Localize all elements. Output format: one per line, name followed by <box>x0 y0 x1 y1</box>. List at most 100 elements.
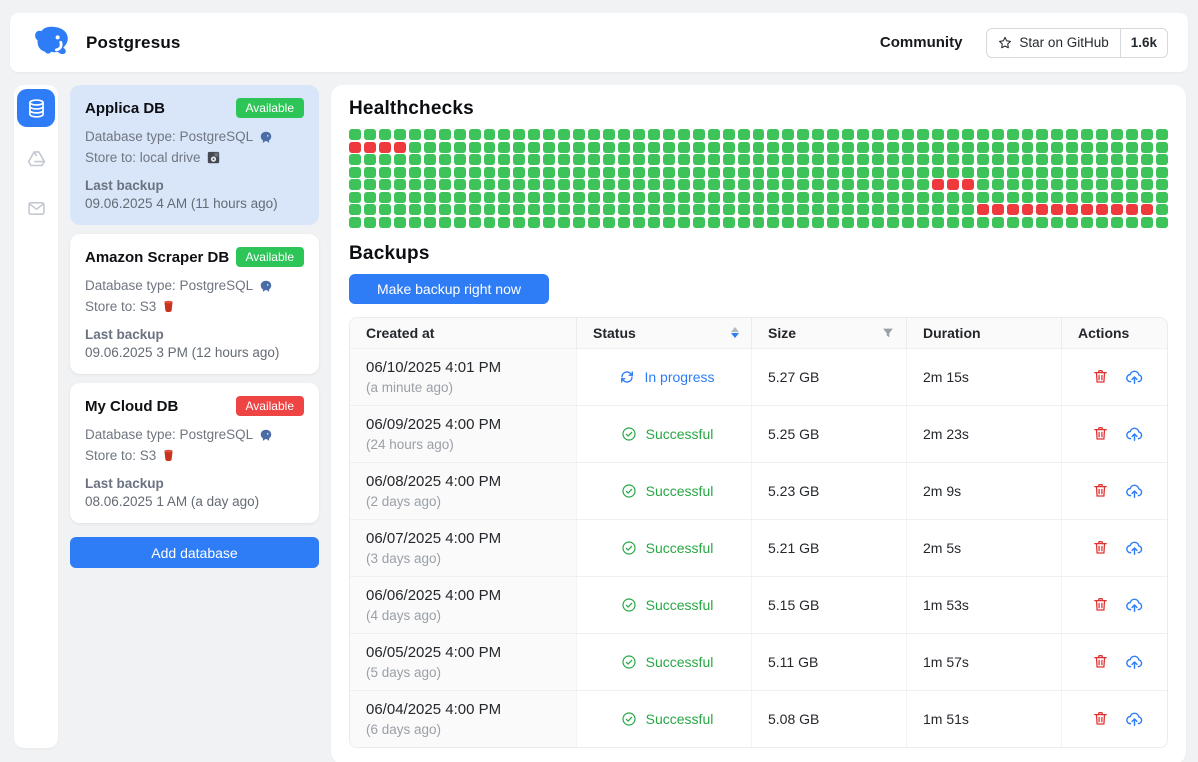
healthcheck-cell <box>424 217 436 228</box>
healthcheck-cell <box>797 192 809 203</box>
restore-backup-button[interactable] <box>1125 538 1144 557</box>
filter-funnel-icon[interactable] <box>882 327 894 339</box>
healthcheck-cell <box>484 179 496 190</box>
delete-backup-button[interactable] <box>1092 710 1109 727</box>
healthcheck-cell <box>573 192 585 203</box>
nav-storage-button[interactable] <box>17 139 55 177</box>
healthcheck-cell <box>394 192 406 203</box>
table-header-row: Created at Status Size Duration <box>350 318 1167 348</box>
healthcheck-cell <box>543 154 555 165</box>
size-cell: 5.27 GB <box>752 349 907 405</box>
healthcheck-cell <box>857 129 869 140</box>
healthcheck-cell <box>648 192 660 203</box>
github-star-widget[interactable]: Star on GitHub 1.6k <box>986 28 1168 58</box>
healthcheck-cell <box>439 154 451 165</box>
healthcheck-cell <box>349 179 361 190</box>
healthcheck-cell <box>812 154 824 165</box>
community-link[interactable]: Community <box>880 34 963 51</box>
delete-backup-button[interactable] <box>1092 368 1109 385</box>
healthcheck-cell <box>424 192 436 203</box>
healthcheck-cell <box>603 179 615 190</box>
healthcheck-cell <box>648 129 660 140</box>
healthcheck-cell <box>977 179 989 190</box>
healthcheck-cell <box>977 154 989 165</box>
healthcheck-cell <box>633 129 645 140</box>
healthcheck-cell <box>1051 217 1063 228</box>
delete-backup-button[interactable] <box>1092 482 1109 499</box>
status-text: Successful <box>646 483 714 499</box>
healthcheck-cell <box>663 179 675 190</box>
healthcheck-cell <box>1051 192 1063 203</box>
healthcheck-cell <box>753 192 765 203</box>
cloud-restore-icon <box>1125 709 1144 728</box>
trash-icon <box>1092 653 1109 670</box>
healthcheck-cell <box>424 204 436 215</box>
healthcheck-cell <box>782 217 794 228</box>
github-star-button[interactable]: Star on GitHub <box>987 29 1119 57</box>
healthcheck-cell <box>588 167 600 178</box>
restore-backup-button[interactable] <box>1125 595 1144 614</box>
healthcheck-cell <box>738 167 750 178</box>
healthcheck-cell <box>543 142 555 153</box>
created-at-relative: (2 days ago) <box>366 492 566 511</box>
healthcheck-cell <box>618 154 630 165</box>
restore-backup-button[interactable] <box>1125 709 1144 728</box>
healthcheck-cell <box>932 167 944 178</box>
healthcheck-cell <box>439 167 451 178</box>
healthcheck-cell <box>693 154 705 165</box>
created-at-cell: 06/07/2025 4:00 PM (3 days ago) <box>350 520 577 576</box>
make-backup-button[interactable]: Make backup right now <box>349 274 549 304</box>
healthcheck-cell <box>947 142 959 153</box>
add-database-button[interactable]: Add database <box>70 537 319 568</box>
healthcheck-cell <box>738 179 750 190</box>
healthcheck-cell <box>663 142 675 153</box>
healthcheck-cell <box>528 217 540 228</box>
healthcheck-cell <box>1066 204 1078 215</box>
healthcheck-cell <box>902 204 914 215</box>
delete-backup-button[interactable] <box>1092 653 1109 670</box>
delete-backup-button[interactable] <box>1092 425 1109 442</box>
healthcheck-cell <box>738 154 750 165</box>
healthcheck-cell <box>1156 179 1168 190</box>
healthcheck-cell <box>409 142 421 153</box>
restore-backup-button[interactable] <box>1125 481 1144 500</box>
healthcheck-cell <box>513 154 525 165</box>
github-star-count[interactable]: 1.6k <box>1120 29 1167 57</box>
healthcheck-cell <box>648 167 660 178</box>
restore-backup-button[interactable] <box>1125 367 1144 386</box>
healthcheck-cell <box>1156 204 1168 215</box>
healthcheck-cell <box>1141 217 1153 228</box>
delete-backup-button[interactable] <box>1092 596 1109 613</box>
nav-databases-button[interactable] <box>17 89 55 127</box>
app-header: Postgresus Community Star on GitHub 1.6k <box>10 13 1188 72</box>
healthcheck-cell <box>558 204 570 215</box>
healthcheck-cell <box>857 142 869 153</box>
delete-backup-button[interactable] <box>1092 539 1109 556</box>
store-to-line: Store to: S3 <box>85 445 304 466</box>
healthcheck-cell <box>513 167 525 178</box>
healthcheck-cell <box>738 217 750 228</box>
healthcheck-cell <box>1111 129 1123 140</box>
sync-in-progress-icon <box>619 369 635 385</box>
healthcheck-cell <box>1007 142 1019 153</box>
database-card[interactable]: Applica DB Available Database type: Post… <box>70 85 319 225</box>
healthcheck-cell <box>992 129 1004 140</box>
sort-carets-icon[interactable] <box>731 327 739 338</box>
nav-notifications-button[interactable] <box>17 189 55 227</box>
healthcheck-cell <box>1141 179 1153 190</box>
database-card[interactable]: Amazon Scraper DB Available Database typ… <box>70 234 319 374</box>
healthcheck-cell <box>902 179 914 190</box>
healthcheck-cell <box>753 204 765 215</box>
restore-backup-button[interactable] <box>1125 424 1144 443</box>
healthcheck-cell <box>469 204 481 215</box>
database-type-line: Database type: PostgreSQL <box>85 424 304 445</box>
database-card[interactable]: My Cloud DB Available Database type: Pos… <box>70 383 319 523</box>
healthcheck-cell <box>618 192 630 203</box>
healthcheck-cell <box>588 142 600 153</box>
healthcheck-cell <box>962 142 974 153</box>
healthcheck-cell <box>409 129 421 140</box>
last-backup-label: Last backup <box>85 327 304 342</box>
healthcheck-cell <box>782 142 794 153</box>
restore-backup-button[interactable] <box>1125 652 1144 671</box>
healthcheck-cell <box>1081 204 1093 215</box>
